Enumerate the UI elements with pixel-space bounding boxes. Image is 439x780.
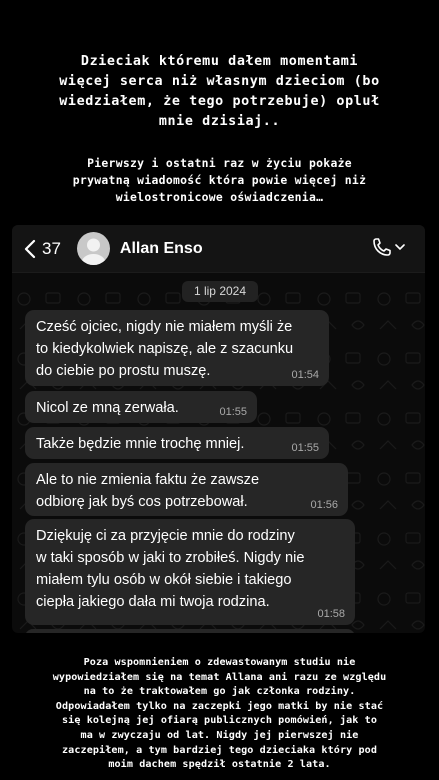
message-bubble[interactable]: Dziękuję ci za przyjęcie mnie do rodziny… (25, 519, 355, 625)
message-time: 01:56 (310, 499, 338, 511)
message-time: 01:58 (317, 608, 345, 620)
chevron-left-icon (24, 239, 36, 258)
unread-count: 37 (42, 238, 61, 258)
message-bubble[interactable]: Ale to nie zmienia faktu że zawsze odbio… (25, 463, 348, 516)
message-text: Nicol ze mną zerwała. (36, 400, 179, 416)
chat-header: 37 Allan Enso (12, 225, 425, 273)
chevron-down-icon (395, 244, 405, 251)
message-text: Cześć ojciec, nigdy nie miałem myśli że … (36, 319, 294, 379)
back-button[interactable]: 37 (24, 239, 61, 259)
message-text: Dziękuję ci za przyjęcie mnie do rodziny… (36, 528, 305, 610)
message-text: Także będzie mnie trochę mniej. (36, 436, 245, 452)
story-caption: Dzieciak któremu dałem momentami więcej … (0, 0, 439, 220)
message-time: 01:54 (291, 369, 319, 381)
contact-name[interactable]: Allan Enso (120, 240, 203, 258)
story-headline: Dzieciak któremu dałem momentami więcej … (59, 54, 380, 129)
message-time: 01:55 (219, 406, 247, 418)
call-button[interactable] (372, 237, 405, 257)
message-text: Ale to nie zmienia faktu że zawsze odbio… (36, 472, 260, 510)
message-time: 01:55 (291, 442, 319, 454)
date-separator: 1 lip 2024 (182, 281, 258, 302)
default-avatar-icon (81, 238, 106, 265)
message-bubble[interactable]: Cześć ojciec, nigdy nie miałem myśli że … (25, 310, 329, 386)
phone-icon (373, 238, 391, 256)
partial-message-bubble (25, 629, 355, 633)
message-bubble[interactable]: Nicol ze mną zerwała. 01:55 (25, 391, 257, 423)
message-bubble[interactable]: Także będzie mnie trochę mniej. 01:55 (25, 427, 329, 459)
story-footer: Poza wspomnieniem o zdewastowanym studiu… (52, 657, 387, 771)
chat-screenshot: 37 Allan Enso 1 lip 2024 Cześć ojciec, n… (12, 225, 425, 633)
story-subline: Pierwszy i ostatni raz w życiu pokaże pr… (72, 156, 367, 204)
contact-avatar[interactable] (76, 232, 110, 265)
